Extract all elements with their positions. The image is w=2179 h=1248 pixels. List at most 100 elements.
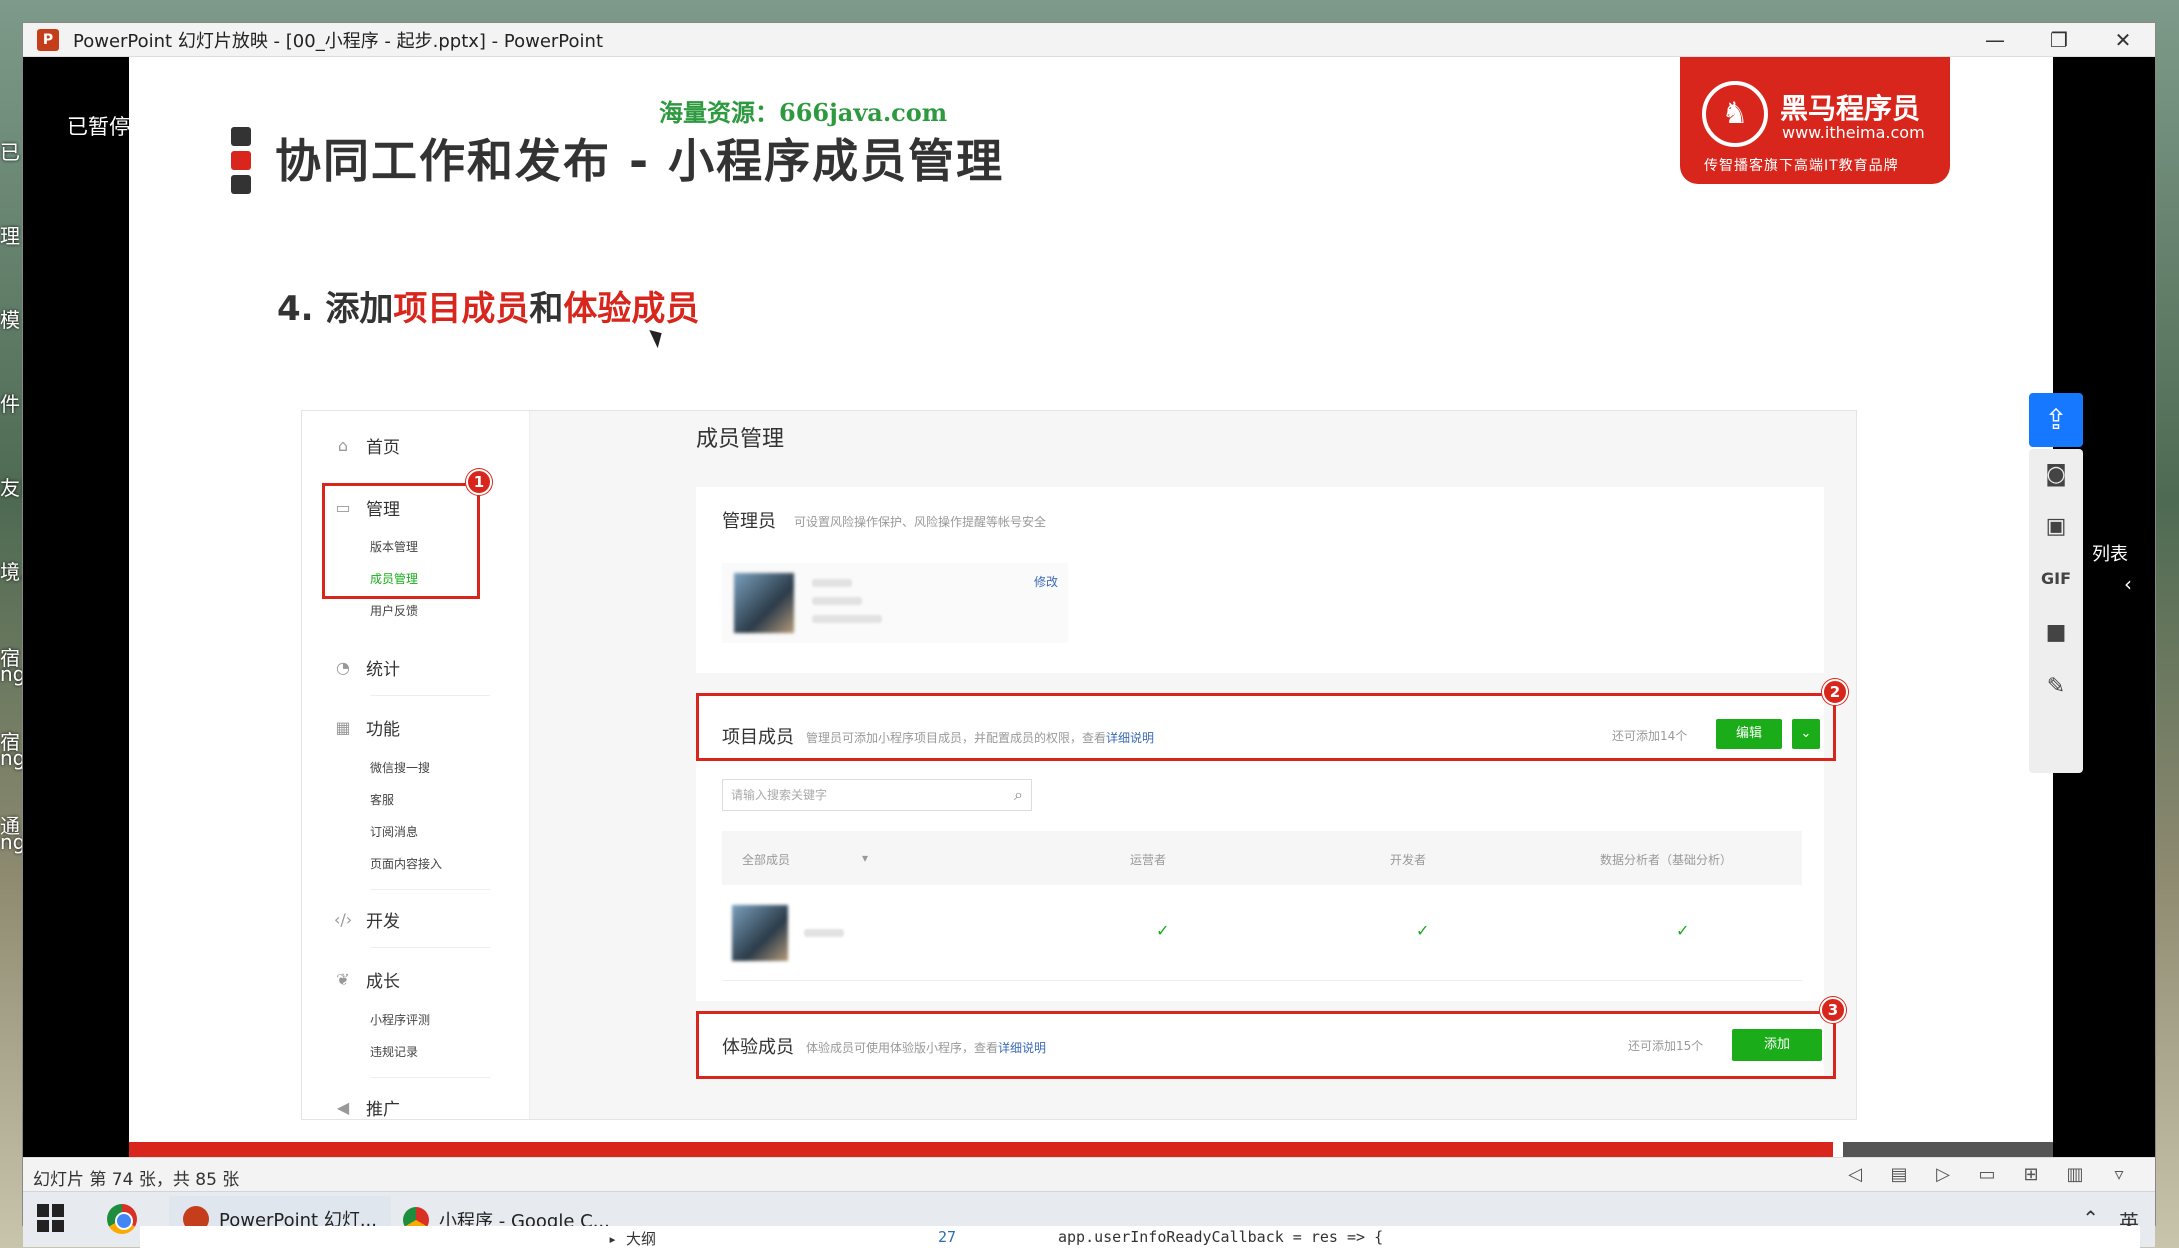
admin-edit-link: 修改 [1034, 575, 1059, 589]
reading-view-icon[interactable]: ▥ [2053, 1162, 2097, 1188]
close-button[interactable]: ✕ [2091, 23, 2155, 57]
minimize-button[interactable]: — [1963, 23, 2027, 57]
sidebar-label: 统计 [366, 660, 400, 680]
sidebar-divider [370, 889, 490, 890]
member-avatar [732, 905, 788, 961]
sidebar-label: 推广 [366, 1100, 400, 1120]
admin-desc: 可设置风险操作保护、风险操作提醒等帐号安全 [794, 515, 1047, 529]
sidebar-sub-violations: 违规记录 [370, 1045, 419, 1059]
admin-label: 管理员 [722, 511, 776, 532]
sidebar-divider [370, 1077, 490, 1078]
share-screen-icon[interactable]: ⇪ [2029, 393, 2083, 447]
slide-title: 协同工作和发布 - 小程序成员管理 [275, 134, 1005, 188]
desktop-text-fragment: 件 [0, 392, 20, 416]
member-table-header: 全部成员 ▾ 运营者 开发者 数据分析者（基础分析） [722, 831, 1802, 885]
gif-icon[interactable]: GIF [2029, 559, 2083, 599]
sidebar-divider [370, 695, 490, 696]
pie-chart-icon: ◔ [336, 657, 350, 677]
sidebar-item-dev: ‹/› 开发 [334, 907, 400, 932]
slide-footer-bar [129, 1142, 1833, 1157]
column-developer: 开发者 [1390, 853, 1427, 867]
line-number: 27 [938, 1228, 957, 1246]
step-badge-3: 3 [1820, 997, 1846, 1023]
check-icon: ✓ [1156, 921, 1170, 940]
grid-icon: ▦ [335, 717, 351, 737]
image-capture-icon[interactable]: ▣ [2029, 507, 2083, 547]
sidebar-item-stats: ◔ 统计 [334, 655, 400, 680]
admin-card: 管理员 可设置风险操作保护、风险操作提醒等帐号安全 修改 [696, 487, 1824, 673]
subtitle-project-members: 项目成员 [393, 289, 530, 329]
blurred-date [812, 615, 882, 623]
chrome-icon[interactable] [107, 1204, 137, 1234]
sidebar-sub-evaluation: 小程序评测 [370, 1013, 431, 1027]
desktop-text-fragment: 理 [0, 224, 20, 248]
video-record-icon[interactable]: ■ [2029, 613, 2083, 653]
member-management-screenshot: ⌂ 首页 ▭ 管理 版本管理 成员管理 用户反馈 ◔ 统计 ▦ 功能 微信搜一搜 客服 … [301, 410, 1857, 1120]
chevron-left-icon[interactable]: ‹ [2124, 572, 2132, 596]
notes-icon[interactable]: ▤ [1877, 1162, 1921, 1188]
title-bar[interactable]: P PowerPoint 幻灯片放映 - [00_小程序 - 起步.pptx] … [23, 23, 2155, 57]
check-icon: ✓ [1676, 921, 1690, 940]
screen-tool-panel: ⇪ ◙ ▣ GIF ■ ✎ [2029, 393, 2089, 773]
blurred-name [812, 579, 852, 587]
code-icon: ‹/› [334, 909, 353, 929]
slide-counter: 幻灯片 第 74 张，共 85 张 [33, 1170, 240, 1190]
slideshow-icon[interactable]: ▿ [2097, 1162, 2141, 1188]
window-controls: — ❐ ✕ [1963, 23, 2155, 57]
normal-view-icon[interactable]: ▭ [1965, 1162, 2009, 1188]
subtitle-and: 和 [529, 289, 564, 329]
camera-icon[interactable]: ◙ [2029, 455, 2083, 495]
code-line: app.userInfoReadyCallback = res => { [1058, 1228, 1384, 1246]
subtitle-prefix: 4. 添加 [277, 289, 394, 329]
subtitle-trial-members: 体验成员 [563, 289, 700, 329]
sidebar-item-features: ▦ 功能 [334, 715, 400, 740]
logo-name: 黑马程序员 [1780, 92, 1921, 125]
itheima-logo: ♞ 黑马程序员 www.itheima.com 传智播客旗下高端IT教育品牌 [1680, 57, 1950, 184]
highlight-box-project-members [696, 693, 1836, 761]
slide-subtitle: 4. 添加项目成员和体验成员 [277, 281, 699, 330]
sidebar-sub-subscribe: 订阅消息 [370, 825, 419, 839]
background-code-editor: ▸ 大纲 27 app.userInfoReadyCallback = res … [140, 1226, 2140, 1248]
logo-url: www.itheima.com [1782, 123, 1925, 142]
highlight-box-manage [322, 483, 480, 599]
step-badge-1: 1 [466, 469, 492, 495]
watermark-text: 海量资源：666java.com [659, 98, 948, 127]
next-slide-icon[interactable]: ▷ [1921, 1162, 1965, 1188]
member-search-input: 请输入搜索关键字 ⌕ [722, 779, 1032, 811]
sidebar-item-home: ⌂ 首页 [334, 433, 400, 458]
list-label[interactable]: 列表 [2092, 540, 2128, 566]
sidebar-sub-feedback: 用户反馈 [370, 604, 419, 618]
paused-label: 已暂停 [67, 115, 130, 139]
column-operator: 运营者 [1130, 853, 1167, 867]
pen-icon[interactable]: ✎ [2029, 667, 2083, 707]
sidebar-label: 功能 [366, 720, 400, 740]
previous-slide-icon[interactable]: ◁ [1833, 1162, 1877, 1188]
column-all-members: 全部成员 [742, 853, 791, 867]
slide[interactable]: 海量资源：666java.com 协同工作和发布 - 小程序成员管理 ♞ 黑马程… [129, 57, 2053, 1157]
windows-start-icon[interactable] [37, 1204, 65, 1232]
sidebar-sub-search: 微信搜一搜 [370, 761, 431, 775]
highlight-box-trial-members [696, 1011, 1836, 1079]
home-icon: ⌂ [337, 435, 349, 455]
mock-page-title: 成员管理 [696, 427, 785, 452]
sidebar-item-growth: ❦ 成长 [334, 967, 400, 992]
sidebar-divider [370, 947, 490, 948]
tool-strip: ◙ ▣ GIF ■ ✎ [2029, 449, 2083, 773]
status-bar: 幻灯片 第 74 张，共 85 张 ◁ ▤ ▷ ▭ ⊞ ▥ ▿ [23, 1157, 2155, 1191]
sidebar-label: 开发 [366, 912, 400, 932]
restore-button[interactable]: ❐ [2027, 23, 2091, 57]
check-icon: ✓ [1416, 921, 1430, 940]
search-icon: ⌕ [1014, 785, 1023, 804]
sidebar-item-promo: ◀ 推广 [334, 1095, 400, 1120]
desktop-text-fragment: 模 [0, 308, 20, 332]
outline-label: ▸ 大纲 [608, 1230, 657, 1248]
status-icons: ◁ ▤ ▷ ▭ ⊞ ▥ ▿ [1833, 1162, 2141, 1188]
megaphone-icon: ◀ [336, 1097, 350, 1117]
logo-slogan: 传智播客旗下高端IT教育品牌 [1704, 158, 1899, 174]
table-row: ✓ ✓ ✓ [722, 891, 1802, 981]
column-analyst: 数据分析者（基础分析） [1600, 853, 1733, 867]
powerpoint-window: P PowerPoint 幻灯片放映 - [00_小程序 - 起步.pptx] … [22, 22, 2156, 1247]
blurred-info [812, 597, 862, 605]
blurred-name [804, 929, 844, 937]
slide-sorter-icon[interactable]: ⊞ [2009, 1162, 2053, 1188]
